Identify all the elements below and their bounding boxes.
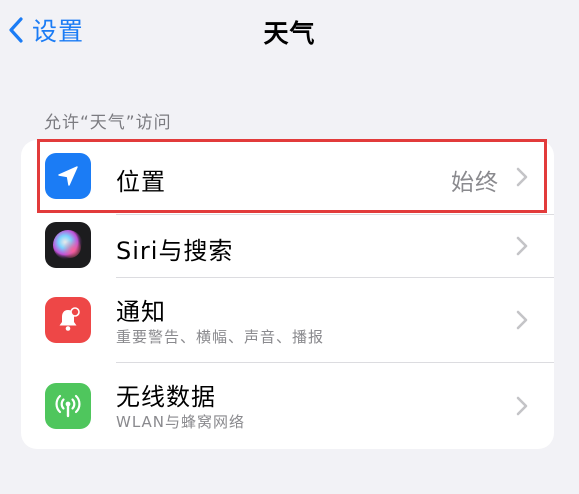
chevron-right-icon: [516, 167, 528, 187]
chevron-right-icon: [516, 310, 528, 330]
navigation-bar: 设置 天气: [0, 0, 579, 62]
siri-icon: [45, 222, 91, 268]
notifications-label: 通知: [116, 298, 166, 326]
siri-search-row[interactable]: Siri与搜索: [21, 215, 554, 277]
section-header: 允许“天气”访问: [44, 113, 172, 133]
chevron-right-icon: [516, 396, 528, 416]
location-value: 始终: [451, 170, 499, 196]
wireless-data-label: 无线数据: [116, 383, 216, 411]
notifications-sublabel: 重要警告、横幅、声音、播报: [116, 328, 325, 346]
chevron-right-icon: [516, 236, 528, 256]
location-label: 位置: [116, 168, 166, 196]
page-title: 天气: [263, 19, 316, 48]
location-arrow-icon: [45, 153, 91, 199]
antenna-icon: [45, 383, 91, 429]
wireless-data-sublabel: WLAN与蜂窝网络: [116, 413, 246, 431]
settings-group: 位置 始终 Siri与搜索 通知 重要警告、横幅、声音、播报 无线数据 WLAN…: [21, 140, 554, 449]
notifications-row[interactable]: 通知 重要警告、横幅、声音、播报: [21, 278, 554, 362]
location-row[interactable]: 位置 始终: [21, 140, 554, 215]
bell-icon: [45, 297, 91, 343]
wireless-data-row[interactable]: 无线数据 WLAN与蜂窝网络: [21, 363, 554, 449]
siri-search-label: Siri与搜索: [116, 237, 234, 265]
